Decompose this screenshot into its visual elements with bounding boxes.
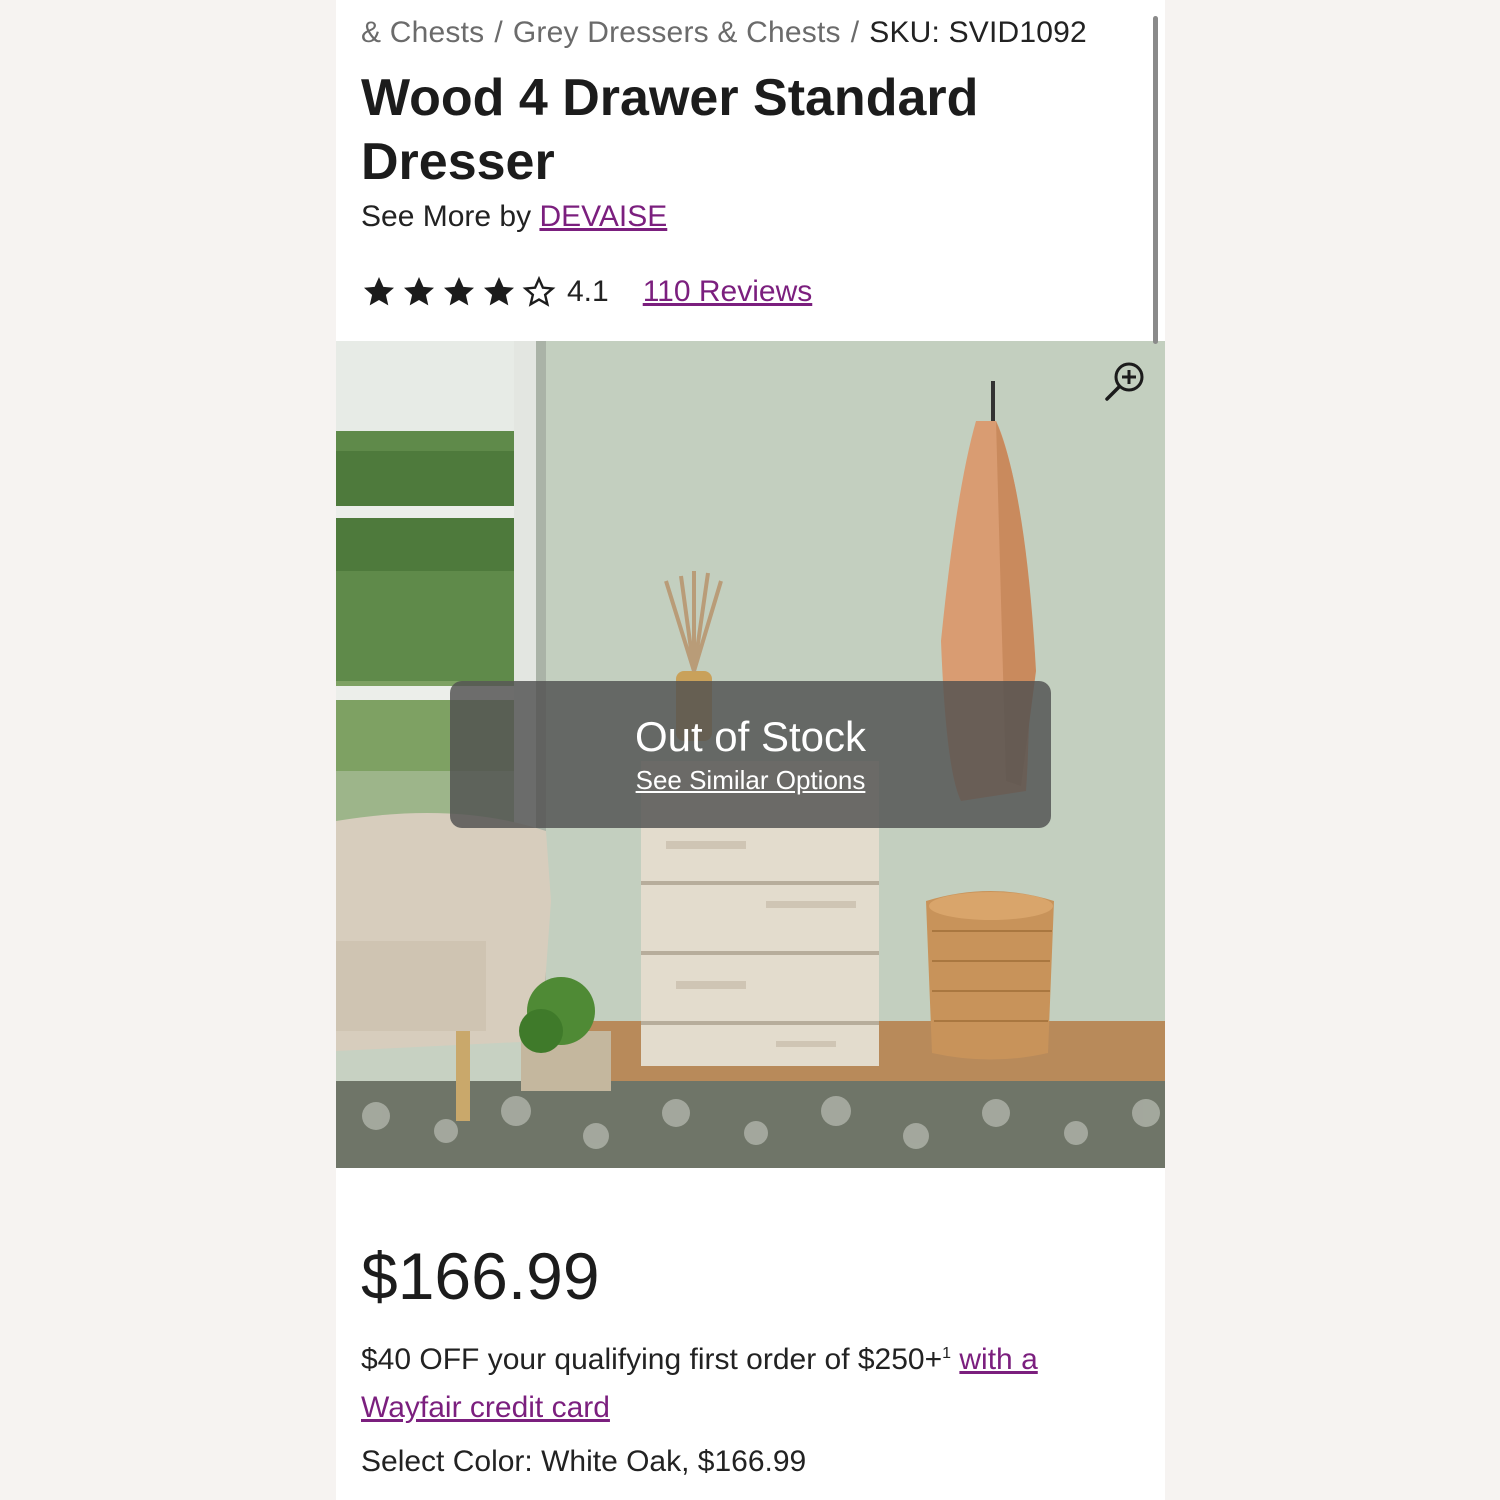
star-filled-icon: [364, 277, 394, 306]
reviews-link[interactable]: 110 Reviews: [643, 275, 813, 309]
zoom-in-icon[interactable]: [1101, 357, 1149, 405]
star-filled-icon: [404, 277, 434, 306]
out-of-stock-overlay: Out of Stock See Similar Options: [450, 681, 1051, 828]
star-rating: [361, 274, 557, 310]
product-title: Wood 4 Drawer Standard Dresser: [361, 69, 979, 191]
breadcrumb-separator: /: [494, 16, 503, 49]
product-page: & Chests / Grey Dressers & Chests / SKU: SVI…: [336, 0, 1165, 1500]
breadcrumb-item-chests[interactable]: & Chests: [361, 16, 484, 49]
breadcrumb: & Chests / Grey Dressers & Chests / SKU: SVI…: [361, 16, 1087, 50]
breadcrumb-item-grey-dressers[interactable]: Grey Dressers & Chests: [513, 16, 841, 49]
see-more-prefix: See More by: [361, 200, 532, 233]
see-more-by: See More by DEVAISE: [361, 200, 667, 234]
sku-label: SKU: SVID1092: [869, 16, 1087, 49]
select-color-label: Select Color: White Oak, $166.99: [361, 1445, 807, 1478]
rating-value: 4.1: [567, 275, 609, 308]
see-similar-options-link[interactable]: See Similar Options: [636, 765, 866, 796]
star-filled-icon: [484, 277, 514, 306]
rating-summary: 4.1 110 Reviews: [361, 274, 812, 310]
scrollbar[interactable]: [1153, 16, 1158, 344]
product-image[interactable]: Out of Stock See Similar Options: [336, 341, 1165, 1168]
promo-text: $40 OFF your qualifying first order of $…: [361, 1343, 943, 1376]
star-empty-icon: [522, 275, 556, 307]
price: $166.99: [361, 1239, 600, 1313]
star-filled-icon: [444, 277, 474, 306]
brand-link[interactable]: DEVAISE: [539, 200, 667, 233]
credit-card-promo: $40 OFF your qualifying first order of $…: [361, 1330, 1121, 1432]
breadcrumb-separator: /: [850, 16, 860, 49]
out-of-stock-label: Out of Stock: [634, 713, 867, 760]
promo-footnote: 1: [942, 1345, 952, 1362]
